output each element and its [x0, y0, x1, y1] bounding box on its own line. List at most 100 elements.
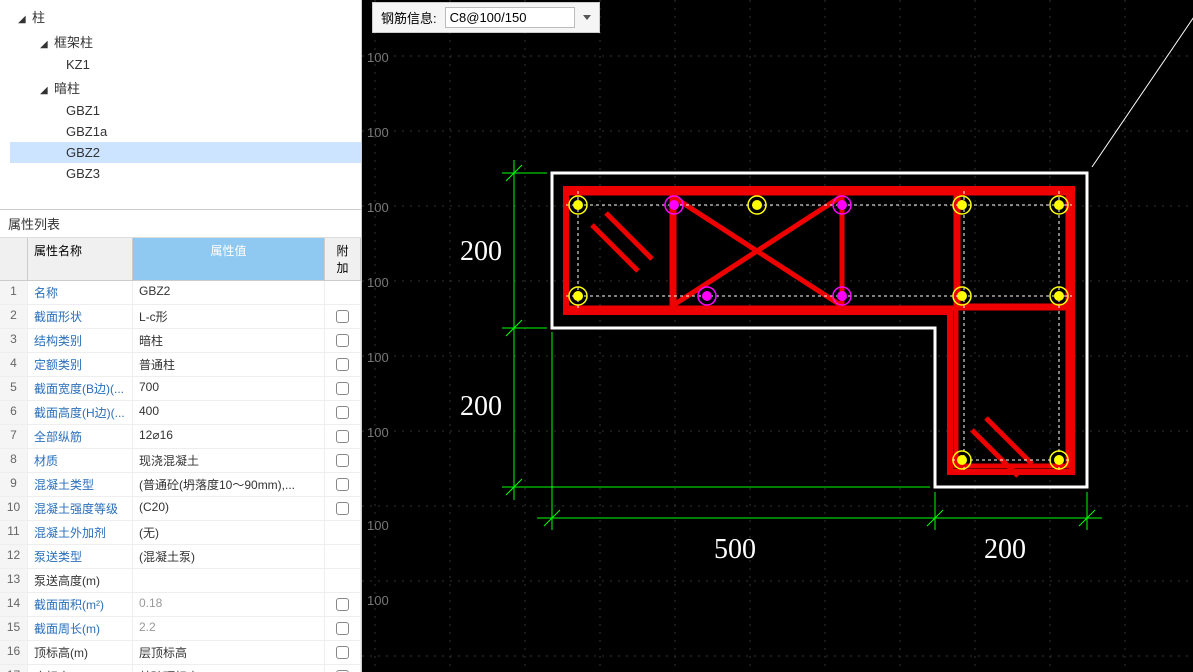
checkbox-icon[interactable]: [336, 646, 349, 659]
rebar-input[interactable]: [445, 7, 575, 28]
property-value[interactable]: 700: [133, 377, 325, 400]
dim-bot-h: 200: [460, 391, 502, 422]
svg-text:100: 100: [367, 125, 389, 140]
tree-node-GBZ1[interactable]: GBZ1: [10, 100, 361, 121]
checkbox-icon[interactable]: [336, 430, 349, 443]
property-name: 泵送类型: [28, 545, 133, 568]
row-number: 9: [0, 473, 28, 496]
tree-toggle-icon[interactable]: ◢: [18, 14, 28, 25]
svg-text:100: 100: [367, 200, 389, 215]
property-extra: [325, 281, 361, 304]
checkbox-icon[interactable]: [336, 382, 349, 395]
property-value[interactable]: (C20): [133, 497, 325, 520]
property-name: 定额类别: [28, 353, 133, 376]
tree-node-框架柱[interactable]: ◢框架柱: [10, 29, 361, 54]
property-value[interactable]: 暗柱: [133, 329, 325, 352]
property-row[interactable]: 13泵送高度(m): [0, 569, 361, 593]
property-extra: [325, 473, 361, 496]
cad-viewport[interactable]: 钢筋信息: 100 100 100 100 100 100 100 100: [362, 0, 1193, 672]
property-extra: [325, 329, 361, 352]
row-number: 5: [0, 377, 28, 400]
tree-node-GBZ2[interactable]: GBZ2: [10, 142, 361, 163]
row-number: 16: [0, 641, 28, 664]
property-value[interactable]: 基础顶标高: [133, 665, 325, 672]
property-extra: [325, 617, 361, 640]
property-name: 全部纵筋: [28, 425, 133, 448]
property-row[interactable]: 11混凝土外加剂(无): [0, 521, 361, 545]
property-value[interactable]: [133, 569, 325, 592]
property-row[interactable]: 5截面宽度(B边)(...700: [0, 377, 361, 401]
property-value[interactable]: 普通柱: [133, 353, 325, 376]
property-row[interactable]: 9混凝土类型(普通砼(坍落度10～90mm),...: [0, 473, 361, 497]
checkbox-icon[interactable]: [336, 502, 349, 515]
property-value[interactable]: 2.2: [133, 617, 325, 640]
property-extra: [325, 545, 361, 568]
component-tree[interactable]: ◢柱◢框架柱KZ1◢暗柱GBZ1GBZ1aGBZ2GBZ3: [0, 0, 361, 210]
svg-text:100: 100: [367, 425, 389, 440]
svg-text:100: 100: [367, 593, 389, 608]
tree-toggle-icon[interactable]: ◢: [40, 39, 50, 50]
property-name: 截面形状: [28, 305, 133, 328]
row-number: 13: [0, 569, 28, 592]
property-value[interactable]: 0.18: [133, 593, 325, 616]
property-name: 泵送高度(m): [28, 569, 133, 592]
row-number: 6: [0, 401, 28, 424]
property-row[interactable]: 2截面形状L-c形: [0, 305, 361, 329]
property-extra: [325, 353, 361, 376]
tree-node-KZ1[interactable]: KZ1: [10, 54, 361, 75]
checkbox-icon[interactable]: [336, 622, 349, 635]
property-value[interactable]: 400: [133, 401, 325, 424]
property-value[interactable]: L-c形: [133, 305, 325, 328]
property-row[interactable]: 14截面面积(m²)0.18: [0, 593, 361, 617]
property-row[interactable]: 1名称GBZ2: [0, 281, 361, 305]
checkbox-icon[interactable]: [336, 310, 349, 323]
row-number: 8: [0, 449, 28, 472]
property-row[interactable]: 10混凝土强度等级(C20): [0, 497, 361, 521]
header-name: 属性名称: [28, 238, 133, 280]
property-name: 混凝土类型: [28, 473, 133, 496]
property-value[interactable]: 层顶标高: [133, 641, 325, 664]
row-number: 12: [0, 545, 28, 568]
row-number: 3: [0, 329, 28, 352]
checkbox-icon[interactable]: [336, 478, 349, 491]
property-name: 材质: [28, 449, 133, 472]
property-value[interactable]: (普通砼(坍落度10～90mm),...: [133, 473, 325, 496]
property-extra: [325, 593, 361, 616]
row-number: 2: [0, 305, 28, 328]
property-value[interactable]: 12⌀16: [133, 425, 325, 448]
tree-node-GBZ1a[interactable]: GBZ1a: [10, 121, 361, 142]
property-row[interactable]: 3结构类别暗柱: [0, 329, 361, 353]
dropdown-icon[interactable]: [583, 15, 591, 20]
tree-node-GBZ3[interactable]: GBZ3: [10, 163, 361, 184]
tree-node-柱[interactable]: ◢柱: [10, 4, 361, 29]
property-name: 截面宽度(B边)(...: [28, 377, 133, 400]
property-value[interactable]: GBZ2: [133, 281, 325, 304]
property-extra: [325, 401, 361, 424]
property-row[interactable]: 4定额类别普通柱: [0, 353, 361, 377]
dim-bot-w1: 500: [714, 534, 756, 565]
checkbox-icon[interactable]: [336, 454, 349, 467]
property-value[interactable]: (无): [133, 521, 325, 544]
property-row[interactable]: 6截面高度(H边)(...400: [0, 401, 361, 425]
checkbox-icon[interactable]: [336, 334, 349, 347]
property-row[interactable]: 12泵送类型(混凝土泵): [0, 545, 361, 569]
svg-text:100: 100: [367, 50, 389, 65]
tree-node-暗柱[interactable]: ◢暗柱: [10, 75, 361, 100]
property-name: 底标高(m): [28, 665, 133, 672]
property-row[interactable]: 17底标高(m)基础顶标高: [0, 665, 361, 672]
row-number: 1: [0, 281, 28, 304]
property-row[interactable]: 8材质现浇混凝土: [0, 449, 361, 473]
property-row[interactable]: 16顶标高(m)层顶标高: [0, 641, 361, 665]
property-extra: [325, 425, 361, 448]
property-value[interactable]: (混凝土泵): [133, 545, 325, 568]
tree-toggle-icon[interactable]: ◢: [40, 85, 50, 96]
property-extra: [325, 665, 361, 672]
checkbox-icon[interactable]: [336, 358, 349, 371]
property-row[interactable]: 7全部纵筋12⌀16: [0, 425, 361, 449]
property-row[interactable]: 15截面周长(m)2.2: [0, 617, 361, 641]
header-extra: 附加: [325, 238, 361, 280]
property-value[interactable]: 现浇混凝土: [133, 449, 325, 472]
checkbox-icon[interactable]: [336, 406, 349, 419]
checkbox-icon[interactable]: [336, 598, 349, 611]
row-number: 7: [0, 425, 28, 448]
